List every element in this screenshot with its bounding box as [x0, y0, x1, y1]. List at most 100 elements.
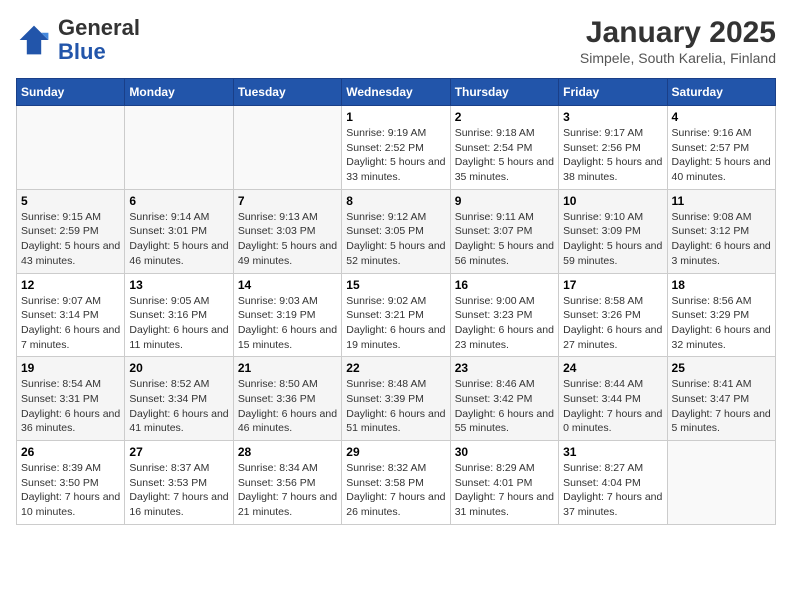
day-number: 31: [563, 445, 662, 459]
weekday-header: Tuesday: [233, 79, 341, 106]
day-number: 2: [455, 110, 554, 124]
day-number: 23: [455, 361, 554, 375]
day-number: 15: [346, 278, 445, 292]
day-number: 18: [672, 278, 771, 292]
day-info: Sunrise: 8:27 AM Sunset: 4:04 PM Dayligh…: [563, 461, 662, 520]
day-number: 4: [672, 110, 771, 124]
day-info: Sunrise: 8:44 AM Sunset: 3:44 PM Dayligh…: [563, 377, 662, 436]
day-number: 12: [21, 278, 120, 292]
calendar-cell: 24 Sunrise: 8:44 AM Sunset: 3:44 PM Dayli…: [559, 357, 667, 441]
day-info: Sunrise: 8:54 AM Sunset: 3:31 PM Dayligh…: [21, 377, 120, 436]
day-info: Sunrise: 9:16 AM Sunset: 2:57 PM Dayligh…: [672, 126, 771, 185]
calendar-cell: 9 Sunrise: 9:11 AM Sunset: 3:07 PM Daylig…: [450, 189, 558, 273]
day-number: 1: [346, 110, 445, 124]
calendar-week-row: 12 Sunrise: 9:07 AM Sunset: 3:14 PM Dayli…: [17, 273, 776, 357]
month-title: January 2025: [580, 16, 776, 50]
calendar-cell: 21 Sunrise: 8:50 AM Sunset: 3:36 PM Dayli…: [233, 357, 341, 441]
day-number: 17: [563, 278, 662, 292]
calendar-cell: 10Sunrise: 9:10 AM Sunset: 3:09 PM Dayli…: [559, 189, 667, 273]
location-subtitle: Simpele, South Karelia, Finland: [580, 50, 776, 66]
day-info: Sunrise: 8:56 AM Sunset: 3:29 PM Dayligh…: [672, 294, 771, 353]
calendar-cell: [17, 106, 125, 190]
day-info: Sunrise: 8:41 AM Sunset: 3:47 PM Dayligh…: [672, 377, 771, 436]
calendar-cell: 16 Sunrise: 9:00 AM Sunset: 3:23 PM Dayli…: [450, 273, 558, 357]
day-info: Sunrise: 8:39 AM Sunset: 3:50 PM Dayligh…: [21, 461, 120, 520]
day-info: Sunrise: 8:29 AM Sunset: 4:01 PM Dayligh…: [455, 461, 554, 520]
calendar-cell: 20 Sunrise: 8:52 AM Sunset: 3:34 PM Dayli…: [125, 357, 233, 441]
logo: General Blue: [16, 16, 140, 64]
calendar-cell: 25 Sunrise: 8:41 AM Sunset: 3:47 PM Dayli…: [667, 357, 775, 441]
calendar-cell: 11 Sunrise: 9:08 AM Sunset: 3:12 PM Dayli…: [667, 189, 775, 273]
logo-general-text: General: [58, 15, 140, 40]
day-info: Sunrise: 9:17 AM Sunset: 2:56 PM Dayligh…: [563, 126, 662, 185]
day-info: Sunrise: 8:48 AM Sunset: 3:39 PM Dayligh…: [346, 377, 445, 436]
calendar-week-row: 5Sunrise: 9:15 AM Sunset: 2:59 PM Daylig…: [17, 189, 776, 273]
day-info: Sunrise: 8:58 AM Sunset: 3:26 PM Dayligh…: [563, 294, 662, 353]
day-number: 26: [21, 445, 120, 459]
day-number: 16: [455, 278, 554, 292]
day-info: Sunrise: 9:10 AM Sunset: 3:09 PM Dayligh…: [563, 210, 662, 269]
weekday-header: Thursday: [450, 79, 558, 106]
day-number: 8: [346, 194, 445, 208]
day-info: Sunrise: 9:08 AM Sunset: 3:12 PM Dayligh…: [672, 210, 771, 269]
day-info: Sunrise: 8:37 AM Sunset: 3:53 PM Dayligh…: [129, 461, 228, 520]
page-header: General Blue January 2025 Simpele, South…: [16, 16, 776, 66]
calendar-cell: 6Sunrise: 9:14 AM Sunset: 3:01 PM Daylig…: [125, 189, 233, 273]
calendar-cell: 22 Sunrise: 8:48 AM Sunset: 3:39 PM Dayli…: [342, 357, 450, 441]
calendar-cell: [667, 441, 775, 525]
day-info: Sunrise: 9:02 AM Sunset: 3:21 PM Dayligh…: [346, 294, 445, 353]
day-info: Sunrise: 8:32 AM Sunset: 3:58 PM Dayligh…: [346, 461, 445, 520]
weekday-header: Wednesday: [342, 79, 450, 106]
calendar-cell: 3Sunrise: 9:17 AM Sunset: 2:56 PM Daylig…: [559, 106, 667, 190]
day-number: 11: [672, 194, 771, 208]
calendar-cell: [233, 106, 341, 190]
day-info: Sunrise: 9:00 AM Sunset: 3:23 PM Dayligh…: [455, 294, 554, 353]
calendar-week-row: 19Sunrise: 8:54 AM Sunset: 3:31 PM Dayli…: [17, 357, 776, 441]
calendar-cell: 27 Sunrise: 8:37 AM Sunset: 3:53 PM Dayli…: [125, 441, 233, 525]
day-info: Sunrise: 8:46 AM Sunset: 3:42 PM Dayligh…: [455, 377, 554, 436]
day-number: 13: [129, 278, 228, 292]
logo-blue-text: Blue: [58, 39, 106, 64]
day-number: 24: [563, 361, 662, 375]
day-number: 27: [129, 445, 228, 459]
day-number: 21: [238, 361, 337, 375]
day-number: 30: [455, 445, 554, 459]
calendar-cell: 15 Sunrise: 9:02 AM Sunset: 3:21 PM Dayli…: [342, 273, 450, 357]
day-number: 9: [455, 194, 554, 208]
calendar-cell: 4 Sunrise: 9:16 AM Sunset: 2:57 PM Daylig…: [667, 106, 775, 190]
calendar-cell: 2 Sunrise: 9:18 AM Sunset: 2:54 PM Daylig…: [450, 106, 558, 190]
day-info: Sunrise: 9:07 AM Sunset: 3:14 PM Dayligh…: [21, 294, 120, 353]
weekday-header: Monday: [125, 79, 233, 106]
calendar-cell: 30 Sunrise: 8:29 AM Sunset: 4:01 PM Dayli…: [450, 441, 558, 525]
day-info: Sunrise: 8:34 AM Sunset: 3:56 PM Dayligh…: [238, 461, 337, 520]
calendar-cell: 1 Sunrise: 9:19 AM Sunset: 2:52 PM Daylig…: [342, 106, 450, 190]
weekday-header: Friday: [559, 79, 667, 106]
weekday-header-row: SundayMondayTuesdayWednesdayThursdayFrid…: [17, 79, 776, 106]
calendar-cell: 26 Sunrise: 8:39 AM Sunset: 3:50 PM Dayli…: [17, 441, 125, 525]
day-info: Sunrise: 8:50 AM Sunset: 3:36 PM Dayligh…: [238, 377, 337, 436]
calendar-cell: 17 Sunrise: 8:58 AM Sunset: 3:26 PM Dayli…: [559, 273, 667, 357]
day-number: 14: [238, 278, 337, 292]
day-number: 28: [238, 445, 337, 459]
calendar-cell: 23 Sunrise: 8:46 AM Sunset: 3:42 PM Dayli…: [450, 357, 558, 441]
calendar-cell: 18 Sunrise: 8:56 AM Sunset: 3:29 PM Dayli…: [667, 273, 775, 357]
calendar-week-row: 1 Sunrise: 9:19 AM Sunset: 2:52 PM Daylig…: [17, 106, 776, 190]
calendar-cell: 19Sunrise: 8:54 AM Sunset: 3:31 PM Dayli…: [17, 357, 125, 441]
day-info: Sunrise: 9:12 AM Sunset: 3:05 PM Dayligh…: [346, 210, 445, 269]
logo-icon: [16, 22, 52, 58]
day-info: Sunrise: 9:03 AM Sunset: 3:19 PM Dayligh…: [238, 294, 337, 353]
calendar-cell: 28 Sunrise: 8:34 AM Sunset: 3:56 PM Dayli…: [233, 441, 341, 525]
day-number: 20: [129, 361, 228, 375]
day-info: Sunrise: 8:52 AM Sunset: 3:34 PM Dayligh…: [129, 377, 228, 436]
calendar-cell: 14 Sunrise: 9:03 AM Sunset: 3:19 PM Dayli…: [233, 273, 341, 357]
calendar-cell: [125, 106, 233, 190]
day-info: Sunrise: 9:19 AM Sunset: 2:52 PM Dayligh…: [346, 126, 445, 185]
day-number: 25: [672, 361, 771, 375]
weekday-header: Sunday: [17, 79, 125, 106]
day-info: Sunrise: 9:15 AM Sunset: 2:59 PM Dayligh…: [21, 210, 120, 269]
calendar-week-row: 26 Sunrise: 8:39 AM Sunset: 3:50 PM Dayli…: [17, 441, 776, 525]
day-info: Sunrise: 9:11 AM Sunset: 3:07 PM Dayligh…: [455, 210, 554, 269]
day-number: 22: [346, 361, 445, 375]
day-info: Sunrise: 9:18 AM Sunset: 2:54 PM Dayligh…: [455, 126, 554, 185]
calendar-cell: 29Sunrise: 8:32 AM Sunset: 3:58 PM Dayli…: [342, 441, 450, 525]
